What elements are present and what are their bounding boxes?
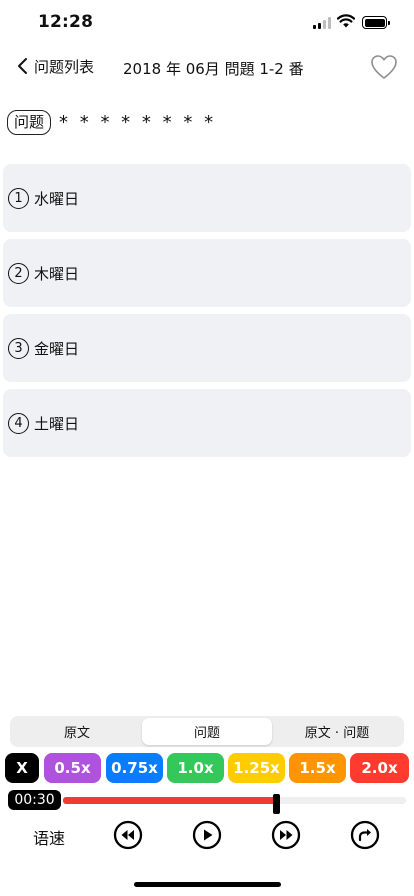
speed-button-2.0x[interactable]: 2.0x — [350, 753, 409, 783]
progress-thumb[interactable] — [272, 794, 280, 814]
display-mode-segmented-control: 原文 问题 原文 · 问题 — [10, 716, 404, 747]
option-number: 2 — [8, 262, 29, 284]
speed-button-1.25x[interactable]: 1.25x — [228, 753, 285, 783]
option-number: 1 — [8, 187, 29, 209]
option-label: 金曜日 — [34, 339, 80, 358]
speed-button-x[interactable]: X — [5, 753, 39, 783]
segment-original-text[interactable]: 原文 — [12, 718, 142, 745]
speed-button-0.5x[interactable]: 0.5x — [44, 753, 101, 783]
option-label: 土曜日 — [34, 414, 80, 433]
question-tag: 问题 — [7, 110, 52, 135]
answer-option-4[interactable]: 4 土曜日 — [3, 389, 411, 457]
back-button[interactable]: 问题列表 — [16, 55, 94, 77]
playback-progress: 00:30 — [8, 790, 408, 814]
option-number: 4 — [8, 412, 29, 434]
current-time-label: 00:30 — [8, 790, 61, 810]
answer-option-3[interactable]: 3 金曜日 — [3, 314, 411, 382]
chevron-left-icon — [18, 58, 27, 74]
progress-fill — [63, 797, 276, 804]
progress-track[interactable] — [63, 794, 406, 814]
status-bar: 12:28 — [0, 0, 414, 46]
back-button-label: 问题列表 — [34, 57, 95, 76]
speed-button-1.5x[interactable]: 1.5x — [289, 753, 346, 783]
wifi-icon — [337, 14, 355, 28]
speech-speed-button[interactable]: 语速 — [33, 825, 65, 849]
answer-option-1[interactable]: 1 水曜日 — [3, 164, 411, 232]
cellular-signal-icon — [313, 17, 331, 29]
playback-speed-row: X 0.5x 0.75x 1.0x 1.25x 1.5x 2.0x — [5, 753, 409, 783]
answer-option-2[interactable]: 2 木曜日 — [3, 239, 411, 307]
playback-controls: 语速 — [0, 815, 414, 855]
rewind-icon[interactable] — [113, 820, 143, 850]
question-row: 问题 * * * * * * * * — [7, 110, 216, 135]
fast-forward-icon[interactable] — [271, 820, 301, 850]
speed-button-0.75x[interactable]: 0.75x — [106, 753, 163, 783]
segment-question[interactable]: 问题 — [142, 718, 272, 745]
play-icon[interactable] — [192, 820, 222, 850]
option-label: 水曜日 — [34, 189, 80, 208]
redo-icon[interactable] — [350, 820, 380, 850]
option-label: 木曜日 — [34, 264, 80, 283]
heart-outline-icon[interactable] — [370, 54, 398, 80]
status-time: 12:28 — [38, 12, 94, 32]
option-number: 3 — [8, 337, 29, 359]
segment-original-and-question[interactable]: 原文 · 问题 — [272, 718, 402, 745]
home-indicator — [134, 882, 281, 887]
navigation-bar: 问题列表 2018 年 06月 問題 1-2 番 — [0, 52, 414, 84]
question-text: * * * * * * * * — [59, 112, 217, 133]
page-title: 2018 年 06月 問題 1-2 番 — [123, 60, 304, 78]
speed-button-1.0x[interactable]: 1.0x — [167, 753, 224, 783]
battery-icon — [362, 16, 390, 29]
